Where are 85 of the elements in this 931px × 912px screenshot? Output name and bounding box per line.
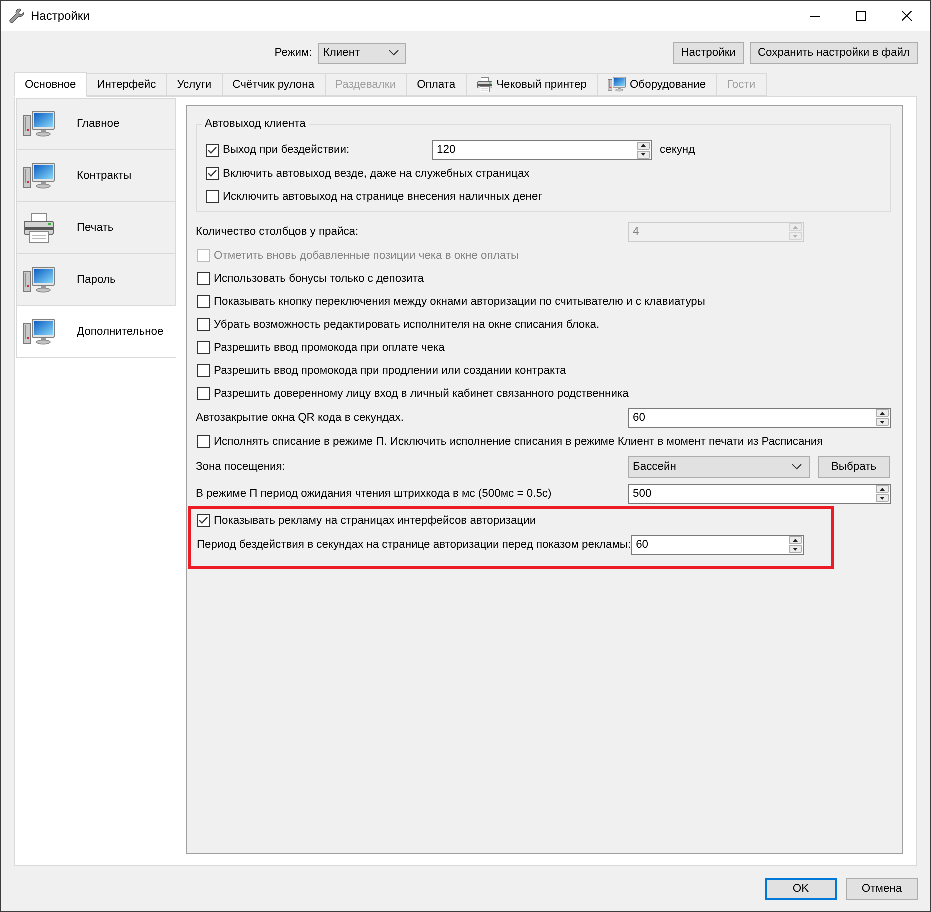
sidebar-item[interactable]: Главное <box>16 98 176 150</box>
computer-icon <box>23 318 55 344</box>
up-triangle-icon <box>880 412 885 414</box>
up-triangle-icon <box>880 488 885 490</box>
chevron-down-icon <box>389 50 400 56</box>
dialog-button[interactable]: Отмена <box>846 878 918 900</box>
group-title: Автовыход клиента <box>204 117 307 131</box>
spin-up-button[interactable] <box>789 536 802 544</box>
checkbox[interactable] <box>197 318 210 331</box>
mode-dropdown[interactable]: Клиент <box>318 42 406 64</box>
up-triangle-icon <box>641 144 646 147</box>
checkbox-label: Показывать кнопку переключения между окнами авторизации по считывателю и с клавиатуры <box>214 294 706 308</box>
up-triangle-icon <box>793 226 798 228</box>
checkbox-label: Разрешить доверенному лицу вход в личный кабинет связанного родственника <box>214 386 629 400</box>
checkbox-label: Отметить вновь добавленные позиции чека в окне оплаты <box>214 248 520 262</box>
checkbox-label: Убрать возможность редактировать исполнителя на окне списания блока. <box>214 318 600 332</box>
window-title: Настройки <box>31 9 91 23</box>
checkbox[interactable] <box>197 341 210 354</box>
up-triangle-icon <box>793 538 798 542</box>
zone-dropdown[interactable]: Бассейн <box>628 456 810 478</box>
toolbar-button[interactable]: Настройки <box>673 42 744 64</box>
tab[interactable]: Счётчик рулона <box>222 73 326 96</box>
spin-down-button[interactable] <box>637 150 650 158</box>
printer-icon <box>23 212 55 244</box>
computer-icon <box>23 111 55 137</box>
checkbox-label: Исполнять списание в режиме П. Исключить исполнение списания в режиме Клиент в момент печати из Расписания <box>214 434 824 448</box>
checkbox[interactable] <box>206 167 219 180</box>
down-triangle-icon <box>880 420 885 424</box>
close-icon[interactable] <box>902 11 912 21</box>
checkbox-label: Включить автовыход везде, даже на служебных страницах <box>223 166 530 180</box>
tab[interactable]: Оплата <box>406 73 467 96</box>
unit-label: секунд <box>660 143 696 157</box>
tab[interactable]: Основное <box>14 72 88 97</box>
checkbox-label: Исключить автовыход на странице внесения наличных денег <box>223 190 542 204</box>
chevron-down-icon <box>792 464 802 470</box>
maximize-icon[interactable] <box>856 11 866 21</box>
computer-icon <box>608 77 626 92</box>
printer-icon <box>476 76 493 92</box>
field-label: Зона посещения: <box>196 460 286 474</box>
spin-up-button[interactable] <box>876 409 889 417</box>
checkbox[interactable] <box>197 387 210 400</box>
field-label: В режиме П период ожидания чтения штрихкода в мс (500мс = 0.5с) <box>196 486 553 500</box>
checkbox[interactable] <box>206 144 219 156</box>
checkbox[interactable] <box>197 364 210 377</box>
spin-down-button[interactable] <box>789 545 802 553</box>
checkbox[interactable] <box>197 272 210 285</box>
checkbox-label: Разрешить ввод промокода при оплате чека <box>214 340 445 354</box>
sidebar-item[interactable]: Контракты <box>16 150 176 202</box>
checkbox-label: Показывать рекламу на страницах интерфейсов авторизации <box>214 514 536 528</box>
field-label: Количество столбцов у прайса: <box>196 224 360 238</box>
spin-up-button[interactable] <box>876 485 889 493</box>
mode-label: Режим: <box>274 46 312 60</box>
down-triangle-icon <box>793 548 798 550</box>
select-button[interactable]: Выбрать <box>818 456 890 478</box>
checkbox[interactable] <box>197 435 210 448</box>
tab[interactable]: Оборудование <box>596 73 718 96</box>
toolbar-button[interactable]: Сохранить настройки в файл <box>750 42 918 64</box>
sidebar-item[interactable]: Дополнительное <box>16 306 176 358</box>
spin-down-button[interactable] <box>876 494 889 502</box>
checkbox-label: Разрешить ввод промокода при продлении или создании контракта <box>214 364 566 378</box>
number-field[interactable]: 120 <box>432 140 652 160</box>
computer-icon <box>23 266 55 292</box>
spin-up-button[interactable] <box>637 142 650 150</box>
computer-icon <box>23 162 55 188</box>
tab[interactable]: Услуги <box>166 73 223 96</box>
wrench-icon <box>9 8 25 24</box>
tab[interactable]: Чековый принтер <box>466 73 598 96</box>
down-triangle-icon <box>641 153 646 156</box>
sidebar-item[interactable]: Пароль <box>16 254 176 306</box>
field-label: Автозакрытие окна QR кода в секундах. <box>196 410 405 424</box>
sidebar-item[interactable]: Печать <box>16 202 176 254</box>
checkbox[interactable] <box>206 190 219 203</box>
field-label: Период бездействия в секундах на странице авторизации перед показом рекламы: <box>197 538 632 552</box>
number-field[interactable]: 60 <box>628 408 891 428</box>
down-triangle-icon <box>880 496 885 500</box>
number-field[interactable]: 60 <box>631 534 804 554</box>
number-field[interactable]: 500 <box>628 484 891 504</box>
checkbox-label: Выход при бездействии: <box>223 143 350 157</box>
checkbox-label: Использовать бонусы только с депозита <box>214 272 424 286</box>
tab[interactable]: Интерфейс <box>86 73 168 96</box>
dialog-button[interactable]: OK <box>765 878 837 900</box>
checkbox[interactable] <box>197 295 210 308</box>
down-triangle-icon <box>793 234 798 238</box>
checkbox[interactable] <box>197 514 210 527</box>
spin-down-button[interactable] <box>876 418 889 426</box>
